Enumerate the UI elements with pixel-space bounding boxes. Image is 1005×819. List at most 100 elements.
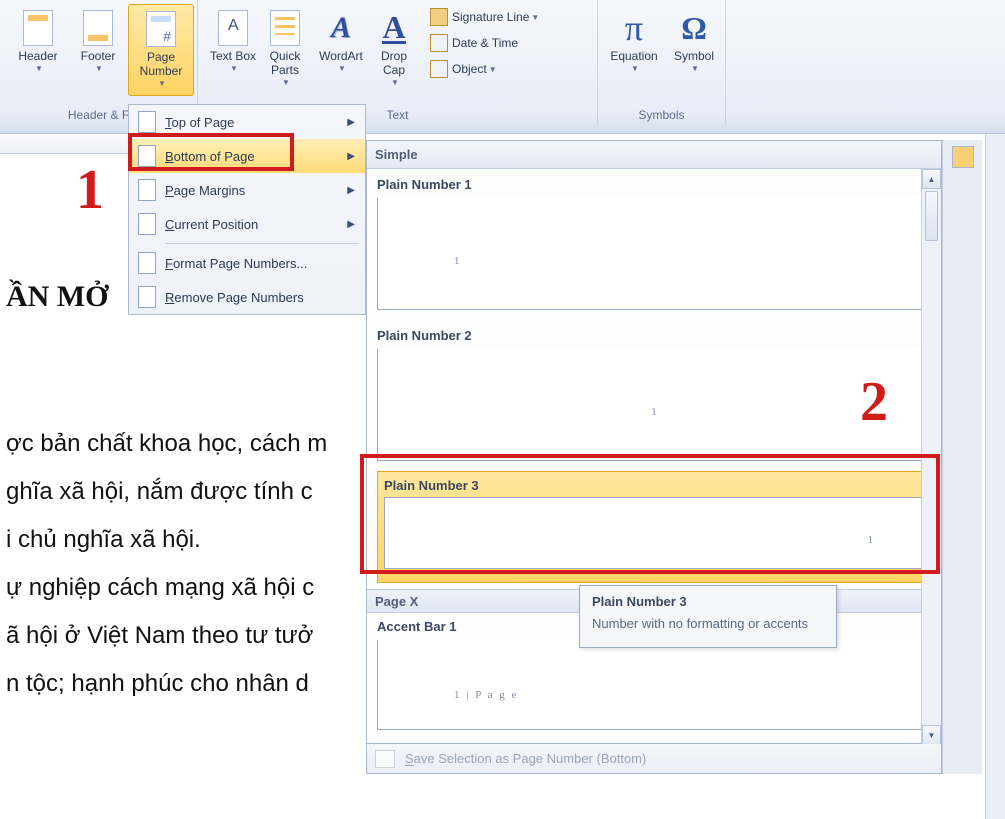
remove-icon	[138, 286, 156, 308]
submenu-arrow-icon: ▶	[347, 151, 355, 162]
page-number-menu: Top of Page ▶ Bottom of Page ▶ Page Marg…	[128, 104, 366, 315]
signature-line-label: Signature Line	[452, 10, 529, 24]
group-symbols: π Equation ▼ Ω Symbol ▼ Symbols	[598, 0, 726, 126]
gallery-item-accent-bar-1[interactable]: 1 | P a g e	[377, 640, 931, 730]
equation-button[interactable]: π Equation ▼	[604, 4, 664, 96]
gallery-item-plain-number-1[interactable]: 1	[377, 198, 931, 310]
symbol-button[interactable]: Ω Symbol ▼	[664, 4, 724, 96]
chevron-down-icon: ▼	[531, 13, 539, 22]
scroll-up-button[interactable]: ▲	[922, 169, 941, 189]
wordart-button[interactable]: A WordArt ▼	[312, 4, 370, 96]
drop-cap-label: Drop Cap	[370, 50, 418, 78]
quick-parts-button[interactable]: Quick Parts ▼	[258, 4, 312, 96]
annotation-number-2: 2	[860, 370, 888, 434]
gallery-tooltip: Plain Number 3 Number with no formatting…	[579, 585, 837, 648]
save-selection-label: ave Selection as Page Number (Bottom)	[414, 751, 647, 766]
doc-line: ự nghiệp cách mạng xã hội c	[6, 564, 366, 612]
quick-parts-icon	[270, 10, 300, 46]
chevron-down-icon: ▼	[338, 64, 346, 73]
doc-icon	[138, 213, 156, 235]
gallery-side-strip	[942, 140, 982, 774]
footer-label: Footer	[81, 50, 116, 64]
date-time-button[interactable]: Date & Time	[430, 32, 539, 54]
doc-icon	[138, 111, 156, 133]
gallery-scrollbar[interactable]: ▲ ▼	[921, 169, 941, 745]
scroll-down-button[interactable]: ▼	[922, 725, 941, 745]
chevron-down-icon: ▼	[282, 78, 290, 87]
header-icon	[23, 10, 53, 46]
text-box-label: Text Box	[210, 50, 256, 64]
doc-line: ghĩa xã hội, nắm được tính c	[6, 468, 366, 516]
chevron-down-icon: ▼	[631, 64, 639, 73]
text-box-button[interactable]: Text Box ▼	[208, 4, 258, 96]
object-button[interactable]: Object ▼	[430, 58, 539, 80]
menu-label: Remove Page Numbers	[165, 290, 304, 305]
chevron-down-icon: ▼	[230, 64, 238, 73]
signature-line-button[interactable]: Signature Line ▼	[430, 6, 539, 28]
gallery-item-plain-number-2[interactable]: 1	[377, 349, 931, 461]
tooltip-title: Plain Number 3	[592, 594, 824, 609]
symbol-icon: Ω	[681, 10, 707, 47]
doc-line: i chủ nghĩa xã hội.	[6, 516, 366, 564]
annotation-number-1: 1	[76, 158, 104, 222]
menu-label: Format Page Numbers...	[165, 256, 307, 271]
gallery-item-plain-number-3[interactable]: Plain Number 3 1	[377, 471, 931, 583]
symbol-label: Symbol	[674, 50, 714, 64]
submenu-arrow-icon: ▶	[347, 219, 355, 230]
menu-label: Top of Page	[165, 115, 234, 130]
chevron-down-icon: ▼	[158, 79, 166, 88]
doc-line: n tộc; hạnh phúc cho nhân d	[6, 660, 366, 708]
page-sample: 1	[651, 406, 657, 418]
equation-label: Equation	[610, 50, 657, 64]
doc-line: ã hội ở Việt Nam theo tư tưở	[6, 612, 366, 660]
header-label: Header	[18, 50, 57, 64]
window-scrollbar[interactable]	[985, 134, 1005, 819]
submenu-arrow-icon: ▶	[347, 117, 355, 128]
quick-parts-label: Quick Parts	[258, 50, 312, 78]
gallery-item-label: Plain Number 1	[367, 169, 941, 198]
document-heading: ẦN MỞ	[6, 280, 108, 314]
submenu-arrow-icon: ▶	[347, 185, 355, 196]
document-body: ợc bản chất khoa học, cách m ghĩa xã hội…	[0, 420, 366, 708]
wordart-label: WordArt	[319, 50, 363, 64]
menu-label: Page Margins	[165, 183, 245, 198]
group-label: Symbols	[598, 108, 725, 122]
footer-button[interactable]: Footer ▼	[68, 4, 128, 96]
tooltip-body: Number with no formatting or accents	[592, 615, 824, 633]
gallery-item-label: Plain Number 3	[378, 472, 930, 497]
save-selection-row: Save Selection as Page Number (Bottom)	[366, 744, 942, 774]
page-number-gallery: Simple Plain Number 1 1 Plain Number 2 1…	[366, 140, 942, 744]
text-box-icon	[218, 10, 248, 46]
wordart-icon: A	[331, 11, 351, 45]
menu-page-margins[interactable]: Page Margins ▶	[129, 173, 365, 207]
chevron-down-icon: ▼	[391, 78, 399, 87]
object-label: Object	[452, 62, 487, 76]
page-sample: 1	[454, 255, 460, 267]
chevron-down-icon: ▼	[35, 64, 43, 73]
doc-icon	[138, 252, 156, 274]
page-number-icon	[146, 11, 176, 47]
page-sample: 1 | P a g e	[454, 689, 518, 701]
doc-icon	[138, 179, 156, 201]
chevron-down-icon: ▼	[691, 64, 699, 73]
side-icon[interactable]	[952, 146, 974, 168]
menu-remove-page-numbers[interactable]: Remove Page Numbers	[129, 280, 365, 314]
date-time-label: Date & Time	[452, 36, 518, 50]
date-time-icon	[430, 34, 448, 52]
menu-label: Current Position	[165, 217, 258, 232]
page-number-label: Page Number	[129, 51, 193, 79]
menu-bottom-of-page[interactable]: Bottom of Page ▶	[129, 139, 365, 173]
gallery-item-label: Plain Number 2	[367, 320, 941, 349]
menu-current-position[interactable]: Current Position ▶	[129, 207, 365, 241]
menu-label: Bottom of Page	[165, 149, 255, 164]
page-sample: 1	[868, 534, 874, 546]
header-button[interactable]: Header ▼	[8, 4, 68, 96]
scroll-thumb[interactable]	[925, 191, 938, 241]
drop-cap-icon: A	[382, 13, 405, 44]
equation-icon: π	[625, 7, 643, 49]
gallery-body: Plain Number 1 1 Plain Number 2 1 Plain …	[367, 169, 941, 745]
menu-top-of-page[interactable]: Top of Page ▶	[129, 105, 365, 139]
menu-format-page-numbers[interactable]: Format Page Numbers...	[129, 246, 365, 280]
page-number-button[interactable]: Page Number ▼	[128, 4, 194, 96]
drop-cap-button[interactable]: A Drop Cap ▼	[370, 4, 418, 96]
